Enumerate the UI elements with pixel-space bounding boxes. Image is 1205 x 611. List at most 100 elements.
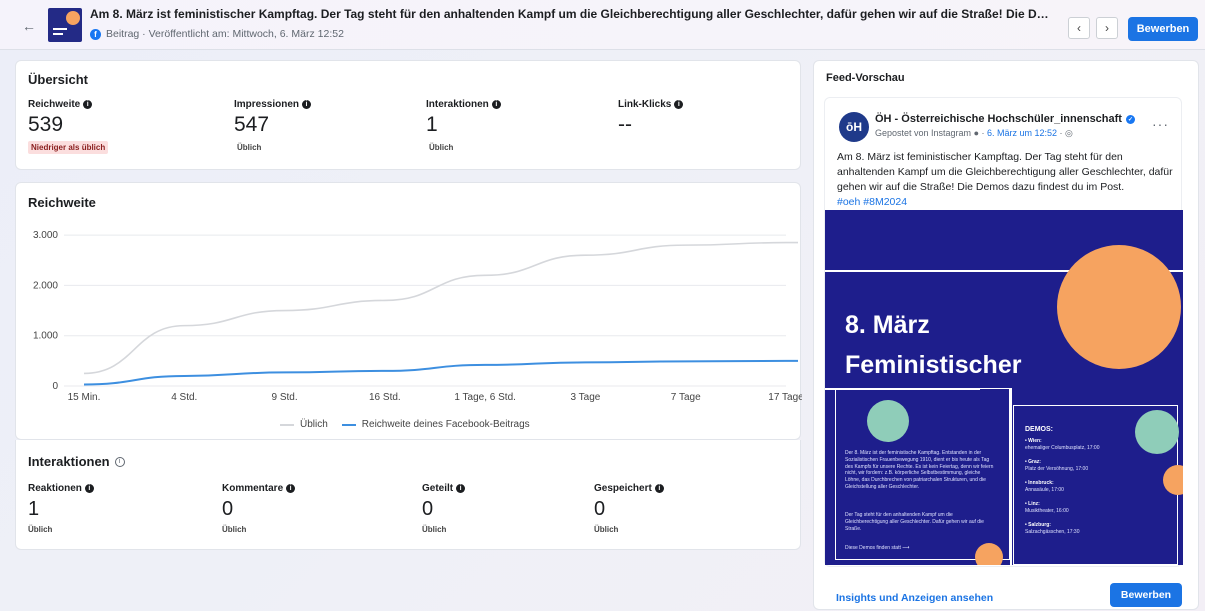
status-badge: Niedriger als üblich	[28, 141, 109, 154]
info-icon[interactable]: i	[491, 100, 501, 109]
series-line-post-reach[interactable]	[83, 359, 798, 386]
metric-reach: Reichweite i 539 Niedriger als üblich	[28, 99, 109, 155]
metric-shares: Geteilt i 0 Üblich	[422, 483, 466, 534]
overview-title: Übersicht	[28, 72, 88, 87]
metric-label: Kommentare	[222, 483, 284, 494]
x-tick-label: 17 Tage	[768, 392, 802, 403]
legend-item-usual[interactable]: Üblich	[280, 419, 328, 430]
metric-value: 0	[222, 498, 234, 520]
y-tick-label: 3.000	[33, 230, 58, 241]
series-line-usual[interactable]	[83, 241, 798, 375]
image-circle-orange	[1057, 245, 1181, 369]
info-icon[interactable]: i	[83, 100, 93, 109]
y-tick-label: 1.000	[33, 331, 58, 342]
legend-label: Reichweite deines Facebook-Beitrags	[361, 419, 530, 430]
chevron-right-icon: ›	[1105, 21, 1109, 35]
post-date-link[interactable]: 6. März um 12:52	[987, 128, 1057, 138]
instagram-icon: ●	[973, 128, 980, 138]
boost-button[interactable]: Bewerben	[1128, 17, 1198, 41]
more-options-icon[interactable]: ···	[1152, 116, 1169, 132]
metric-value: 1	[28, 498, 40, 520]
post-image[interactable]: 8. März Feministischer Der 8. März ist d…	[825, 210, 1183, 565]
image-paragraph: Der Tag steht für den anhaltenden Kampf …	[845, 512, 984, 532]
metric-label: Link-Klicks	[618, 99, 672, 110]
posted-prefix: Gepostet von Instagram	[875, 128, 972, 138]
feed-preview-card: Feed-Vorschau ōH ÖH - Österreichische Ho…	[813, 60, 1199, 610]
metric-value: 1	[426, 113, 438, 136]
next-post-button[interactable]: ›	[1096, 17, 1118, 39]
demo-place: Platz der Versöhnung, 17:00	[1025, 465, 1089, 472]
interactions-card: Interaktionen i Reaktionen i 1 Üblich Komm…	[15, 440, 801, 550]
demo-place: Musiktheater, 16:00	[1025, 507, 1069, 514]
legend-item-post-reach[interactable]: Reichweite deines Facebook-Beitrags	[341, 419, 530, 430]
demos-list: • Wien: ehemaliger Columbusplatz, 17:00 •…	[1025, 438, 1115, 535]
x-tick-label: 1 Tage, 6 Std.	[454, 392, 516, 403]
status-badge: Üblich	[28, 525, 53, 534]
metric-label: Reichweite	[28, 99, 81, 110]
info-icon[interactable]: i	[302, 100, 312, 109]
post-thumbnail	[48, 8, 82, 42]
status-badge: Üblich	[422, 525, 447, 534]
status-badge: Üblich	[237, 143, 262, 152]
post-hashtags[interactable]: #oeh #8M2024	[837, 196, 907, 208]
post-title: Am 8. März ist feministischer Kampftag. …	[90, 7, 1050, 21]
verified-badge-icon: ✓	[1125, 114, 1135, 124]
x-tick-label: 3 Tage	[571, 392, 601, 403]
image-frame-line	[825, 388, 980, 390]
facebook-icon: f	[90, 28, 101, 40]
legend-swatch	[280, 423, 294, 426]
metric-reactions: Reaktionen i 1 Üblich	[28, 483, 94, 534]
image-title-line: 8. März	[845, 311, 930, 339]
x-tick-label: 4 Std.	[171, 392, 197, 403]
info-icon[interactable]: i	[674, 100, 684, 109]
globe-icon: ◎	[1065, 128, 1073, 138]
insights-link[interactable]: Insights und Anzeigen ansehen	[836, 592, 993, 604]
metric-comments: Kommentare i 0 Üblich	[222, 483, 296, 534]
y-tick-label: 0	[52, 381, 58, 392]
metric-value: 539	[28, 113, 64, 136]
interactions-title: Interaktionen i	[28, 454, 125, 469]
metric-label: Geteilt	[422, 483, 454, 494]
x-tick-label: 9 Std.	[272, 392, 298, 403]
info-icon[interactable]: i	[84, 484, 94, 493]
info-icon[interactable]: i	[654, 484, 664, 493]
metric-label: Reaktionen	[28, 483, 82, 494]
page-name-text: ÖH - Österreichische Hochschüler_innensc…	[875, 113, 1122, 125]
info-icon[interactable]: i	[286, 484, 296, 493]
reach-chart-card: Reichweite 0 1.000 2.000 3.000 15 Min. 4 Std.…	[15, 182, 802, 440]
posted-by: Gepostet von Instagram ● · 6. März um 12…	[875, 128, 1073, 138]
interactions-title-text: Interaktionen	[28, 454, 110, 469]
reach-chart: 0 1.000 2.000 3.000 15 Min. 4 Std. 9 Std. 16 St…	[33, 230, 802, 403]
image-title-line: Feministischer	[845, 351, 1022, 379]
post-header: ← Am 8. März ist feministischer Kampftag…	[0, 0, 1205, 50]
back-arrow-icon[interactable]: ←	[22, 18, 36, 34]
x-tick-label: 15 Min.	[68, 392, 101, 403]
status-badge: Üblich	[594, 525, 619, 534]
boost-button-preview[interactable]: Bewerben	[1110, 583, 1182, 607]
demo-place: Annasäule, 17:00	[1025, 486, 1064, 493]
chart-legend: Üblich Reichweite deines Facebook-Beitra…	[280, 419, 530, 430]
page-avatar[interactable]: ōH	[839, 112, 869, 142]
image-title: 8. März Feministischer	[845, 305, 1021, 385]
metric-interactions: Interaktionen i 1 Üblich	[426, 99, 501, 155]
post-preview: ōH ÖH - Österreichische Hochschüler_inne…	[824, 97, 1183, 567]
metric-label: Interaktionen	[426, 99, 489, 110]
previous-post-button[interactable]: ‹	[1068, 17, 1090, 39]
metric-label: Gespeichert	[594, 483, 652, 494]
metric-link-clicks: Link-Klicks i --	[618, 99, 684, 137]
image-circle-teal	[867, 400, 909, 442]
post-text: Am 8. März ist feministischer Kampftag. …	[837, 151, 1173, 193]
image-paragraph: Der 8. März ist der feministische Kampft…	[845, 450, 994, 490]
image-footer-text: Diese Demos finden statt ⟶	[845, 545, 910, 551]
metric-saved: Gespeichert i 0 Üblich	[594, 483, 664, 534]
metric-value: 0	[594, 498, 606, 520]
info-outline-icon[interactable]: i	[114, 456, 125, 467]
overview-card: Übersicht Reichweite i 539 Niedriger als …	[15, 60, 801, 170]
legend-label: Üblich	[300, 419, 328, 430]
post-subline: f Beitrag · Veröffentlicht am: Mittwoch,…	[90, 28, 344, 40]
x-tick-label: 16 Std.	[369, 392, 401, 403]
image-frame-line	[1010, 388, 1012, 565]
page-name[interactable]: ÖH - Österreichische Hochschüler_innensc…	[875, 113, 1135, 125]
info-icon[interactable]: i	[456, 484, 466, 493]
status-badge: Üblich	[222, 525, 247, 534]
